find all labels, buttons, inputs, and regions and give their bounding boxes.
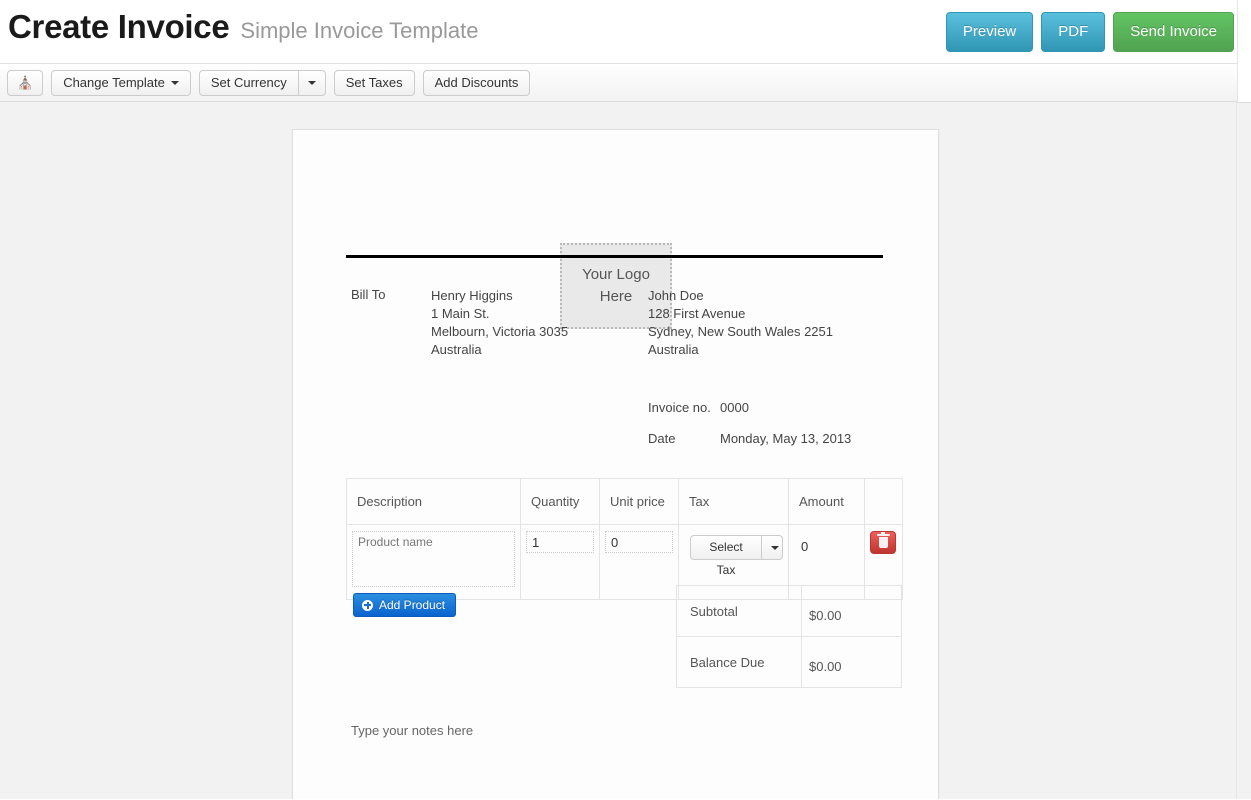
logo-line-2: Here [600,288,633,305]
line-items-table: Description Quantity Unit price Tax Amou… [346,478,903,600]
page-subtitle-text: Simple Invoice Template [240,20,478,42]
select-tax-button[interactable]: Select Tax [690,535,761,560]
from-address[interactable]: John Doe 128 First Avenue Sydney, New So… [648,287,833,359]
invoice-date-value[interactable]: Monday, May 13, 2013 [720,431,851,446]
cell-description: Product name [347,525,521,600]
delete-row-button[interactable] [870,531,896,554]
cell-unit-price: 0 [600,525,679,600]
invoice-number-value[interactable]: 0000 [720,400,749,415]
from-name: John Doe [648,287,833,305]
column-header-description: Description [347,479,521,525]
change-template-label: Change Template [63,71,165,95]
change-template-button[interactable]: Change Template [51,70,191,96]
column-header-quantity: Quantity [521,479,600,525]
column-header-unit-price: Unit price [600,479,679,525]
column-header-tax: Tax [679,479,789,525]
home-icon: ⛪ [17,76,33,89]
chevron-down-icon [771,546,779,550]
right-edge-strip-top [1237,0,1251,103]
send-invoice-button[interactable]: Send Invoice [1113,12,1234,52]
plus-circle-icon [362,600,373,611]
header-divider [346,255,883,258]
bill-to-country: Australia [431,341,568,359]
page-title: Create Invoice Simple Invoice Template [8,10,478,43]
header-actions: Preview PDF Send Invoice [946,12,1234,52]
trash-icon [879,537,888,548]
add-product-button[interactable]: Add Product [353,593,456,617]
column-header-amount: Amount [789,479,865,525]
toolbar: ⛪ Change Template Set Currency Set Taxes… [0,63,1251,102]
column-header-actions [865,479,903,525]
totals-row-balance-due: Balance Due $0.00 [677,637,902,688]
chevron-down-icon [308,81,316,85]
logo-placeholder-text: Your Logo Here [582,264,650,308]
set-currency-button[interactable]: Set Currency [199,70,298,96]
page-canvas: Your Logo Here Bill To Henry Higgins 1 M… [0,102,1251,799]
subtotal-label: Subtotal [677,586,802,637]
balance-due-value: $0.00 [802,637,902,688]
bill-to-name: Henry Higgins [431,287,568,305]
set-currency-split-button: Set Currency [199,70,326,96]
description-input[interactable]: Product name [352,531,515,587]
invoice-number-row: Invoice no. 0000 [648,400,851,415]
logo-line-1: Your Logo [582,266,650,283]
cell-quantity: 1 [521,525,600,600]
from-city: Sydney, New South Wales 2251 [648,323,833,341]
invoice-date-row: Date Monday, May 13, 2013 [648,431,851,446]
invoice-date-label: Date [648,431,720,446]
subtotal-value: $0.00 [802,586,902,637]
from-country: Australia [648,341,833,359]
set-currency-dropdown-toggle[interactable] [298,70,326,96]
home-button[interactable]: ⛪ [7,70,43,96]
bill-to-address[interactable]: Henry Higgins 1 Main St. Melbourn, Victo… [431,287,568,359]
bill-to-label: Bill To [351,287,385,302]
totals-row-subtotal: Subtotal $0.00 [677,586,902,637]
amount-value: 0 [794,531,859,562]
set-taxes-button[interactable]: Set Taxes [334,70,415,96]
bill-to-street: 1 Main St. [431,305,568,323]
select-tax-dropdown: Select Tax [690,535,783,560]
add-product-label: Add Product [379,598,445,612]
unit-price-input[interactable]: 0 [605,531,673,553]
table-header-row: Description Quantity Unit price Tax Amou… [347,479,903,525]
invoice-meta: Invoice no. 0000 Date Monday, May 13, 20… [648,400,851,462]
right-edge-strip [1236,102,1251,799]
chevron-down-icon [171,81,179,85]
invoice-document: Your Logo Here Bill To Henry Higgins 1 M… [292,129,939,799]
balance-due-label: Balance Due [677,637,802,688]
invoice-number-label: Invoice no. [648,400,720,415]
quantity-input[interactable]: 1 [526,531,594,553]
page-title-text: Create Invoice [8,10,229,43]
select-tax-dropdown-toggle[interactable] [761,535,783,560]
bill-to-city: Melbourn, Victoria 3035 [431,323,568,341]
preview-button[interactable]: Preview [946,12,1033,52]
totals-table: Subtotal $0.00 Balance Due $0.00 [676,585,902,688]
add-discounts-button[interactable]: Add Discounts [423,70,531,96]
from-street: 128 First Avenue [648,305,833,323]
pdf-button[interactable]: PDF [1041,12,1105,52]
app-header: Create Invoice Simple Invoice Template P… [0,0,1251,63]
notes-input[interactable]: Type your notes here [351,723,473,738]
